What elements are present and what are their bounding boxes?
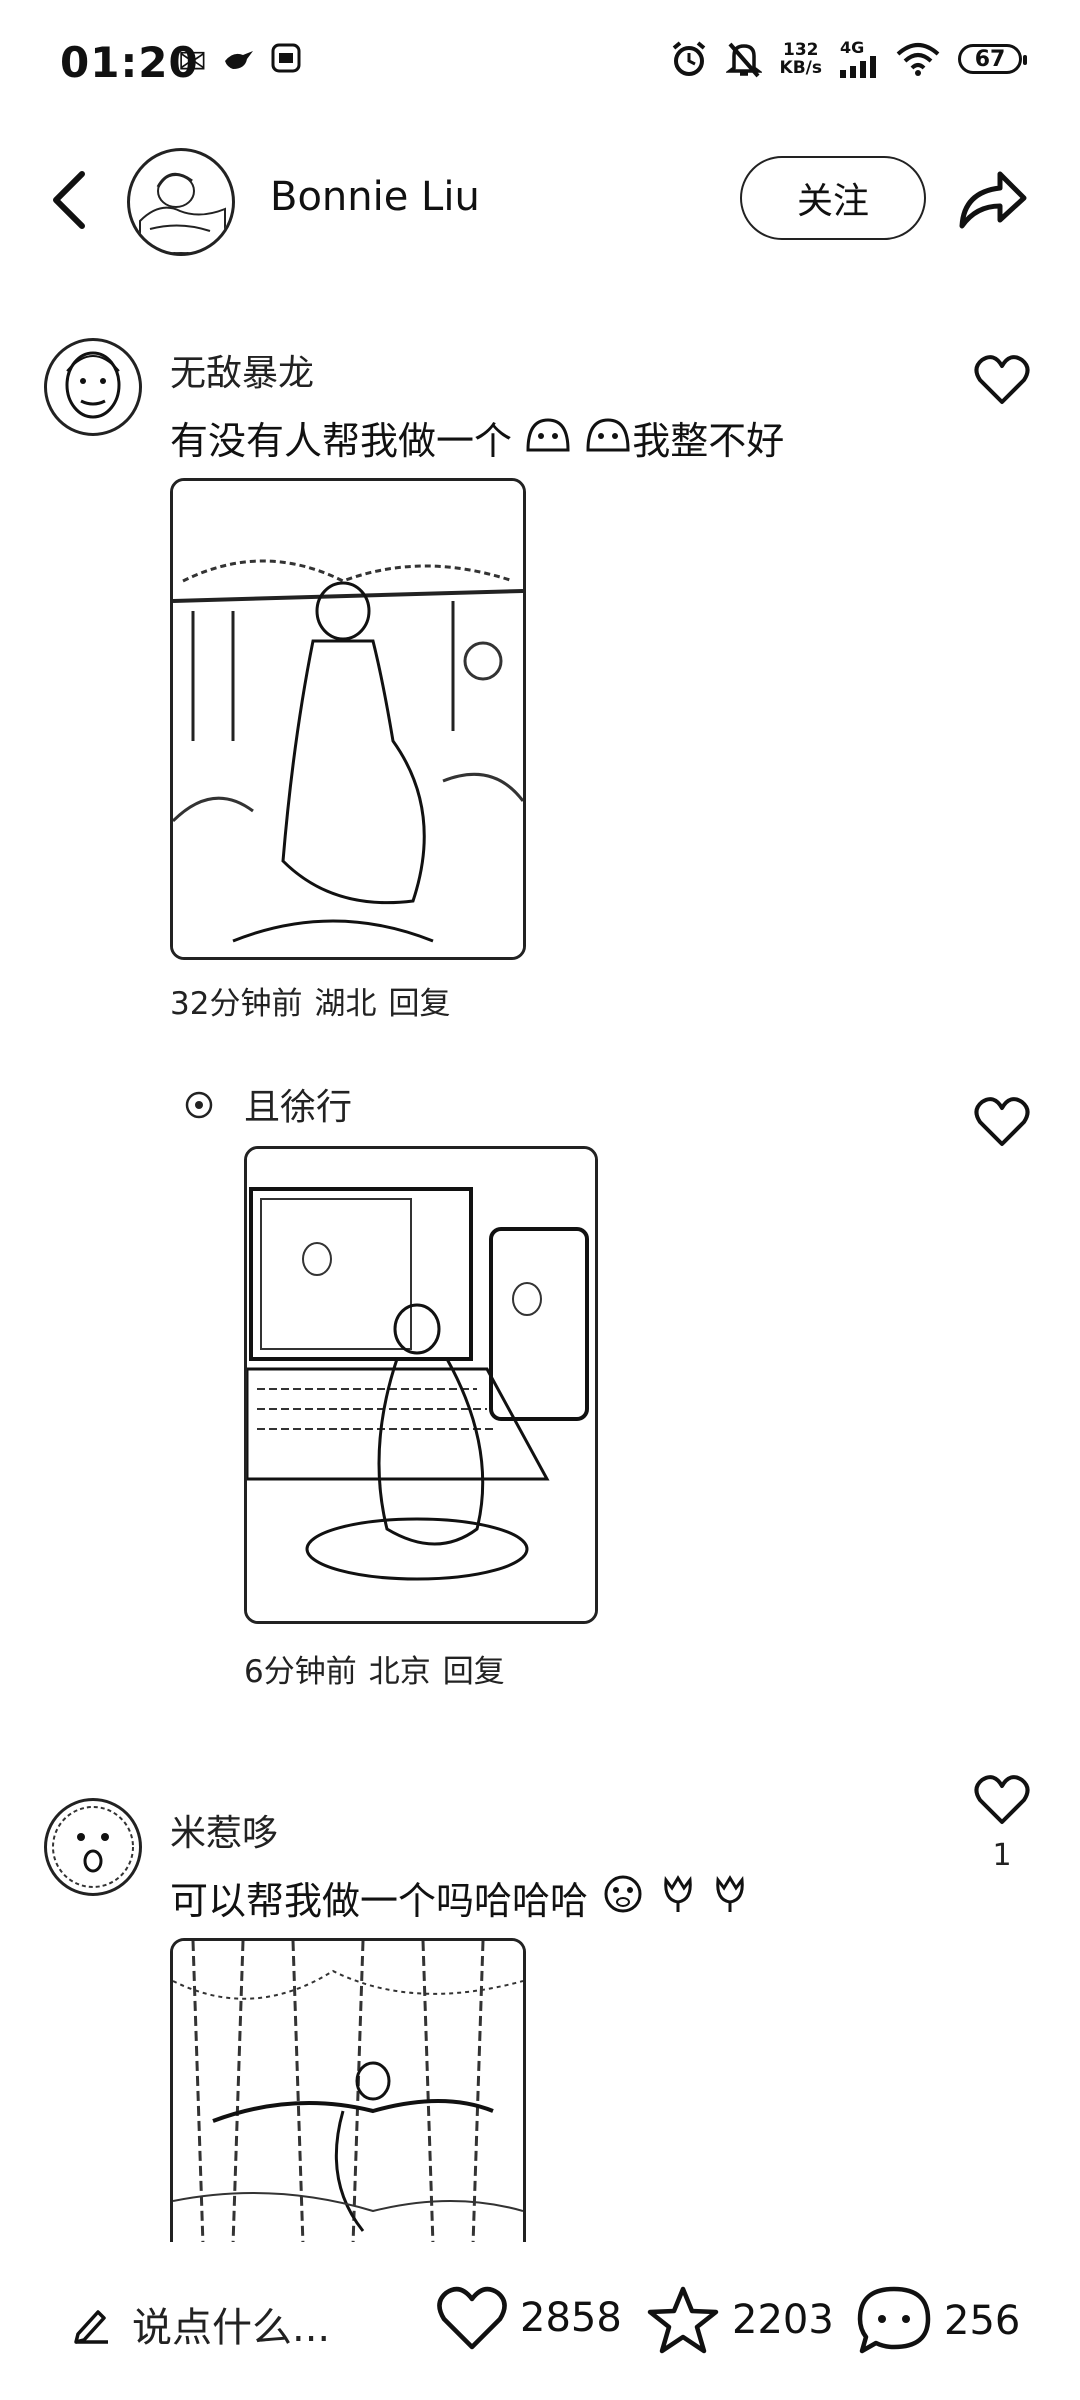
comment-location: 北京 [368,1654,431,1690]
header: Bonnie Liu 关注 [0,130,1080,270]
commenter-name[interactable]: 米惹哆 [170,1804,278,1856]
like-button[interactable] [974,354,1030,406]
heart-icon [974,355,1030,404]
commenter-avatar-image [52,1806,134,1888]
status-right-icons: 132 KB/s 4G 67 [670,40,1027,78]
like-post-button[interactable]: 2858 [436,2285,622,2351]
heart-icon [437,2286,507,2350]
star-icon [647,2286,719,2354]
comment-photo-image [173,481,523,957]
net-speed: 132 KB/s [780,41,822,77]
comment-text: 可以帮我做一个吗哈哈哈 [170,1870,750,1925]
comment-photo-image [173,1941,523,2242]
signal-icon: 4G [840,40,878,78]
comment-location: 湖北 [314,986,377,1022]
bottom-bar: 说点什么... 2858 2203 256 [0,2255,1080,2400]
commenter-avatar[interactable] [44,1798,142,1896]
heart-icon [974,1775,1030,1824]
net-speed-unit: KB/s [779,58,822,78]
chat-bubble-icon [857,2286,931,2354]
comment-photo-image [247,1149,595,1621]
tulip-icon [698,1875,750,1923]
comment-photo[interactable] [244,1146,598,1624]
comment-text-suffix: 我整不好 [632,419,785,463]
tulip-icon [646,1875,698,1923]
reply-button[interactable]: 回复 [443,1654,505,1690]
commenter-name[interactable]: 且徐行 [244,1078,352,1130]
comment-meta: 32分钟前 湖北 回复 [170,978,462,1023]
commenter-avatar[interactable] [44,338,142,436]
comment-text: 有没有人帮我做一个 我整不好 [170,410,784,465]
comment-placeholder: 说点什么... [132,2305,331,2351]
author-avatar-image [139,172,226,253]
status-bar: 01:20 ✉ 132 KB/s 4G 67 [0,0,1080,130]
comment-page: 01:20 ✉ 132 KB/s 4G 67 Bonnie Liu 关注 无敌暴… [0,0,1080,2400]
author-avatar[interactable] [127,148,235,256]
comment-photo[interactable] [170,478,526,960]
follow-button[interactable]: 关注 [740,156,926,240]
emoji-icon [572,418,632,463]
comment-time: 32分钟前 [170,986,303,1022]
reply-avatar[interactable] [184,1090,214,1120]
reply-button[interactable]: 回复 [388,986,450,1022]
likes-count: 2858 [520,2295,622,2341]
heart-icon [974,1097,1030,1146]
mail-icon: ✉ [178,42,207,82]
comments-button[interactable]: 256 [856,2285,1020,2357]
comments-count: 256 [944,2298,1021,2344]
back-arrow-icon [53,171,85,229]
share-button[interactable] [956,166,1030,232]
net-speed-value: 132 [783,40,819,60]
favorites-count: 2203 [732,2297,834,2343]
emoji-icon [512,418,572,463]
pencil-icon [74,2310,108,2344]
battery-level: 67 [974,46,1006,72]
mute-icon [725,40,762,78]
share-icon [959,171,1027,229]
alarm-icon [670,40,708,78]
reply-avatar-image [185,1091,213,1119]
comment-meta: 6分钟前 北京 回复 [244,1646,517,1691]
battery-icon: 67 [958,44,1027,74]
like-count: 1 [992,1838,1012,1873]
comment-text-main: 有没有人帮我做一个 [170,419,513,463]
comment-text-main: 可以帮我做一个吗哈哈哈 [170,1879,589,1923]
like-button[interactable] [974,1096,1030,1148]
status-left-icons: ✉ [178,42,301,82]
comment-time: 6分钟前 [244,1654,357,1690]
comment-input[interactable]: 说点什么... [72,2295,330,2353]
author-name[interactable]: Bonnie Liu [270,174,480,220]
commenter-name[interactable]: 无敌暴龙 [170,344,314,396]
like-button[interactable] [974,1774,1030,1826]
bird-icon [223,42,255,82]
app-icon [271,42,301,82]
commenter-avatar-image [65,351,121,419]
wifi-icon [896,42,940,76]
favorite-button[interactable]: 2203 [646,2285,834,2355]
emoji-icon [588,1875,646,1923]
comment-photo[interactable] [170,1938,526,2242]
network-type: 4G [840,38,865,57]
back-button[interactable] [40,160,100,240]
